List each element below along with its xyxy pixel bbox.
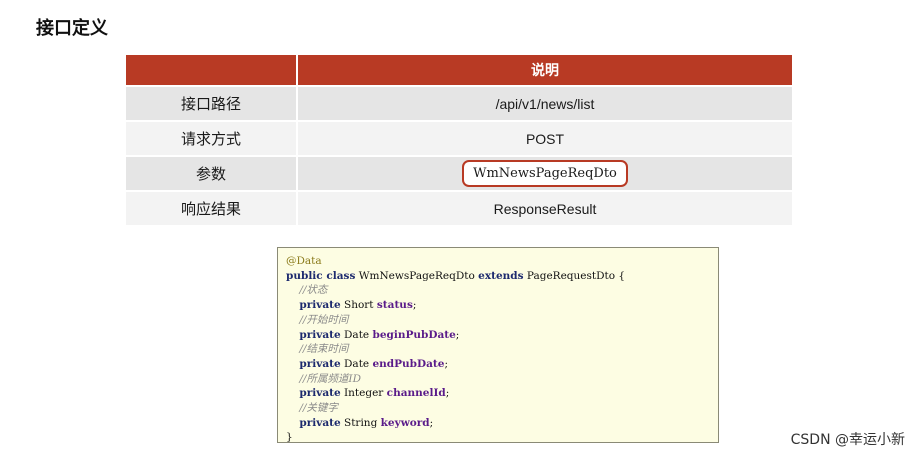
- table-header-key: [126, 55, 298, 85]
- code-modifier: private: [299, 357, 341, 370]
- code-modifier: private: [299, 387, 341, 400]
- code-comment: //开始时间: [299, 313, 349, 326]
- code-field-name: status: [376, 299, 413, 312]
- code-type: String: [344, 416, 378, 429]
- row-key-path: 接口路径: [126, 85, 298, 120]
- code-comment: //结束时间: [299, 343, 349, 356]
- code-modifier: private: [299, 299, 341, 312]
- table-row: 参数 WmNewsPageReqDto: [126, 155, 792, 190]
- row-value-params: WmNewsPageReqDto: [298, 155, 792, 190]
- code-closing-brace: }: [286, 431, 293, 444]
- code-block: @Data public class WmNewsPageReqDto exte…: [277, 247, 719, 443]
- params-highlight-box: WmNewsPageReqDto: [462, 160, 628, 187]
- code-annotation: @Data: [286, 255, 322, 267]
- code-type: Date: [344, 328, 370, 341]
- row-value-response: ResponseResult: [298, 190, 792, 225]
- row-key-params: 参数: [126, 155, 298, 190]
- code-modifier: private: [299, 328, 341, 341]
- code-field-name: endPubDate: [372, 357, 445, 370]
- page-title: 接口定义: [36, 18, 108, 39]
- code-class-name: WmNewsPageReqDto: [358, 269, 475, 282]
- api-definition-table: 说明 接口路径 /api/v1/news/list 请求方式 POST 参数 W…: [126, 55, 792, 225]
- code-field-name: beginPubDate: [372, 328, 456, 341]
- code-type: Integer: [344, 387, 384, 400]
- code-comment: //状态: [299, 284, 328, 297]
- table-row: 请求方式 POST: [126, 120, 792, 155]
- table-row: 接口路径 /api/v1/news/list: [126, 85, 792, 120]
- code-modifier: private: [299, 416, 341, 429]
- code-parent-class: PageRequestDto {: [526, 269, 626, 282]
- row-value-path: /api/v1/news/list: [298, 85, 792, 120]
- code-field-name: keyword: [380, 416, 430, 429]
- code-comment: //所属频道ID: [299, 372, 362, 385]
- code-type: Date: [344, 357, 370, 370]
- code-class-keyword: public class: [286, 269, 356, 282]
- table-row: 响应结果 ResponseResult: [126, 190, 792, 225]
- code-comment: //关键字: [299, 402, 338, 415]
- code-type: Short: [344, 299, 374, 312]
- code-extends-keyword: extends: [478, 269, 524, 282]
- code-field-name: channelId: [386, 387, 446, 400]
- watermark: CSDN @幸运小新: [790, 432, 905, 448]
- table-header-row: 说明: [126, 55, 792, 85]
- row-value-method: POST: [298, 120, 792, 155]
- row-key-method: 请求方式: [126, 120, 298, 155]
- table-header-description: 说明: [298, 55, 792, 85]
- row-key-response: 响应结果: [126, 190, 298, 225]
